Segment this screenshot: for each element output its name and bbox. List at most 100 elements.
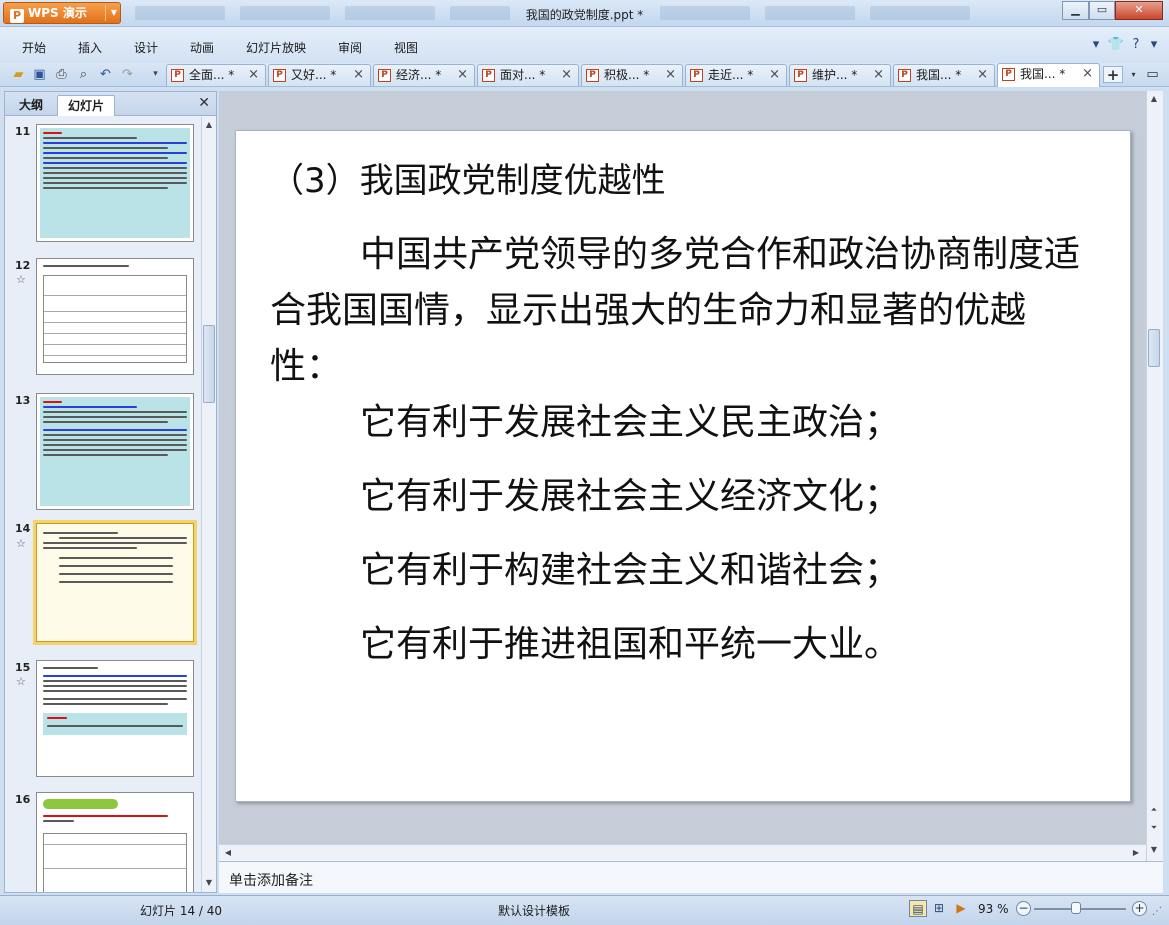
- redo-icon[interactable]: ↷: [119, 66, 136, 83]
- customize-toolbar-icon[interactable]: ▾: [147, 66, 164, 83]
- slide-bullet[interactable]: 它有利于构建社会主义和谐社会；: [360, 541, 900, 593]
- notes-placeholder: 单击添加备注: [229, 873, 313, 889]
- zoom-in-button[interactable]: +: [1132, 901, 1147, 916]
- tab-outline[interactable]: 大纲: [7, 95, 55, 116]
- template-name[interactable]: 默认设计模板: [498, 902, 570, 919]
- slide-bullet[interactable]: 它有利于发展社会主义经济文化；: [360, 467, 900, 519]
- close-button[interactable]: ✕: [1115, 1, 1163, 20]
- print-preview-icon[interactable]: ⌕: [75, 66, 92, 83]
- close-icon[interactable]: ×: [248, 65, 259, 85]
- close-icon[interactable]: ×: [665, 65, 676, 85]
- undo-icon[interactable]: ↶: [97, 66, 114, 83]
- previous-slide-icon[interactable]: ⏶: [1147, 803, 1161, 817]
- slide-thumbnail[interactable]: [36, 660, 194, 777]
- skin-icon[interactable]: 👕: [1107, 36, 1125, 54]
- menu-view[interactable]: 视图: [394, 39, 418, 56]
- chevron-down-icon[interactable]: ▾: [1125, 66, 1142, 83]
- ppt-file-icon: P: [1002, 68, 1015, 81]
- doc-tab[interactable]: P 我国... * ×: [893, 64, 995, 86]
- slide[interactable]: （3）我国政党制度优越性 中国共产党领导的多党合作和政治协商制度适合我国国情，显…: [235, 130, 1131, 802]
- chevron-down-icon[interactable]: ▾: [1087, 36, 1105, 54]
- open-icon[interactable]: ▰: [10, 66, 27, 83]
- doc-tab-label: 积极... *: [604, 68, 650, 82]
- doc-tab-label: 维护... *: [812, 68, 858, 82]
- scroll-down-icon[interactable]: ▼: [1147, 843, 1161, 857]
- slide-thumbnail[interactable]: [36, 393, 194, 510]
- tab-slides[interactable]: 幻灯片: [57, 95, 115, 116]
- close-icon[interactable]: ×: [873, 65, 884, 85]
- doc-tab[interactable]: P 面对... * ×: [477, 64, 579, 86]
- ppt-file-icon: P: [482, 69, 495, 82]
- quick-access-toolbar: ▰ ▣ ⎙ ⌕ ↶ ↷ ▾ P 全面... * × P 又好... * × P 经济...…: [0, 63, 1169, 87]
- normal-view-icon[interactable]: ▤: [909, 900, 927, 917]
- slide-thumbnail-selected[interactable]: [33, 520, 197, 645]
- menu-bar: 开始 插入 设计 动画 幻灯片放映 审阅 视图 ▾ 👕 ? ▾: [0, 27, 1169, 63]
- scroll-up-icon[interactable]: ▲: [1147, 92, 1161, 106]
- minimize-button[interactable]: ▁: [1062, 1, 1089, 20]
- notes-pane[interactable]: 单击添加备注: [219, 861, 1163, 893]
- panel-tabs: 大纲 幻灯片 ✕: [5, 92, 216, 116]
- help-icon[interactable]: ?: [1127, 36, 1145, 54]
- chevron-down-icon[interactable]: ▾: [1145, 36, 1163, 54]
- close-icon[interactable]: ×: [1082, 64, 1093, 84]
- new-tab-button[interactable]: +: [1103, 66, 1123, 84]
- zoom-level[interactable]: 93 %: [978, 902, 1009, 916]
- close-icon[interactable]: ×: [977, 65, 988, 85]
- menu-slideshow[interactable]: 幻灯片放映: [246, 39, 306, 56]
- scroll-up-icon[interactable]: ▲: [202, 118, 216, 132]
- slideshow-icon[interactable]: ▶: [952, 900, 970, 917]
- slide-number: 13: [15, 394, 31, 407]
- doc-tab[interactable]: P 走近... * ×: [685, 64, 787, 86]
- print-icon[interactable]: ⎙: [53, 66, 70, 83]
- scroll-left-icon[interactable]: ◀: [221, 846, 235, 860]
- menu-insert[interactable]: 插入: [78, 39, 102, 56]
- slide-paragraph[interactable]: 中国共产党领导的多党合作和政治协商制度适合我国国情，显示出强大的生命力和显著的优…: [270, 227, 1092, 395]
- doc-tab-label: 又好... *: [291, 68, 337, 82]
- close-icon[interactable]: ×: [561, 65, 572, 85]
- menu-design[interactable]: 设计: [134, 39, 158, 56]
- zoom-out-button[interactable]: −: [1016, 901, 1031, 916]
- slide-counter: 幻灯片 14 / 40: [140, 904, 223, 918]
- menu-animation[interactable]: 动画: [190, 39, 214, 56]
- restore-icon[interactable]: ▭: [1144, 66, 1161, 83]
- doc-tab[interactable]: P 经济... * ×: [373, 64, 475, 86]
- doc-tab-active[interactable]: P 我国... * ×: [997, 63, 1100, 87]
- slide-bullet[interactable]: 它有利于发展社会主义民主政治；: [360, 393, 900, 445]
- save-icon[interactable]: ▣: [31, 66, 48, 83]
- scrollbar-thumb[interactable]: [1148, 329, 1160, 367]
- close-icon[interactable]: ✕: [198, 95, 210, 111]
- maximize-button[interactable]: ▭: [1089, 1, 1115, 20]
- ppt-file-icon: P: [690, 69, 703, 82]
- close-icon[interactable]: ×: [353, 65, 364, 85]
- thumb-banner: [43, 799, 118, 809]
- slide-sorter-icon[interactable]: ⊞: [930, 900, 948, 917]
- slide-thumbnail[interactable]: [36, 792, 194, 892]
- doc-tab[interactable]: P 积极... * ×: [581, 64, 683, 86]
- slide-thumbnail[interactable]: [36, 124, 194, 242]
- menu-home[interactable]: 开始: [22, 39, 46, 56]
- doc-tab-label: 面对... *: [500, 68, 546, 82]
- menu-review[interactable]: 审阅: [338, 39, 362, 56]
- close-icon[interactable]: ×: [769, 65, 780, 85]
- slide-bullet[interactable]: 它有利于推进祖国和平统一大业。: [360, 615, 900, 667]
- scrollbar-thumb[interactable]: [203, 325, 215, 403]
- doc-tab[interactable]: P 全面... * ×: [166, 64, 266, 86]
- slide-title[interactable]: （3）我国政党制度优越性: [270, 153, 666, 202]
- next-slide-icon[interactable]: ⏷: [1147, 821, 1161, 835]
- ppt-file-icon: P: [171, 69, 184, 82]
- zoom-slider-handle[interactable]: [1071, 902, 1082, 914]
- doc-tab[interactable]: P 维护... * ×: [789, 64, 891, 86]
- slide-thumbnail[interactable]: [36, 258, 194, 375]
- thumb-text: [37, 129, 193, 189]
- scroll-right-icon[interactable]: ▶: [1129, 846, 1143, 860]
- slide-number: 11: [15, 125, 31, 138]
- horizontal-scrollbar[interactable]: ◀ ▶: [219, 844, 1146, 861]
- scroll-down-icon[interactable]: ▼: [202, 876, 216, 890]
- doc-tab-label: 全面... *: [189, 68, 235, 82]
- resize-grip-icon[interactable]: ⋰: [1152, 906, 1162, 917]
- doc-tab[interactable]: P 又好... * ×: [268, 64, 371, 86]
- panel-scrollbar[interactable]: ▲ ▼: [201, 117, 216, 892]
- vertical-scrollbar[interactable]: ▲ ⏶ ⏷ ▼: [1146, 91, 1163, 861]
- slide-number: 15: [15, 661, 31, 674]
- close-icon[interactable]: ×: [457, 65, 468, 85]
